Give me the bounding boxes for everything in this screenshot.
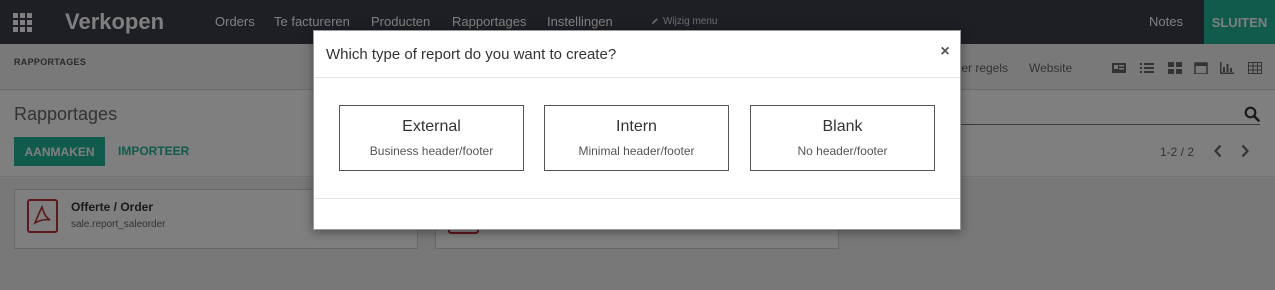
option-title: External — [402, 118, 461, 135]
option-subtitle: Business header/footer — [369, 144, 494, 158]
option-blank[interactable]: Blank No header/footer — [750, 105, 935, 171]
option-external[interactable]: External Business header/footer — [339, 105, 524, 171]
dialog-footer-divider — [314, 198, 960, 199]
option-intern[interactable]: Intern Minimal header/footer — [544, 105, 729, 171]
option-subtitle: Minimal header/footer — [578, 144, 695, 158]
option-title: Blank — [822, 118, 863, 135]
dialog-header: Which type of report do you want to crea… — [314, 31, 960, 78]
option-title: Intern — [616, 118, 657, 135]
option-subtitle: No header/footer — [797, 144, 888, 158]
close-icon[interactable]: × — [938, 43, 952, 61]
dialog-title: Which type of report do you want to crea… — [326, 46, 617, 63]
report-type-dialog: Which type of report do you want to crea… — [313, 30, 961, 230]
